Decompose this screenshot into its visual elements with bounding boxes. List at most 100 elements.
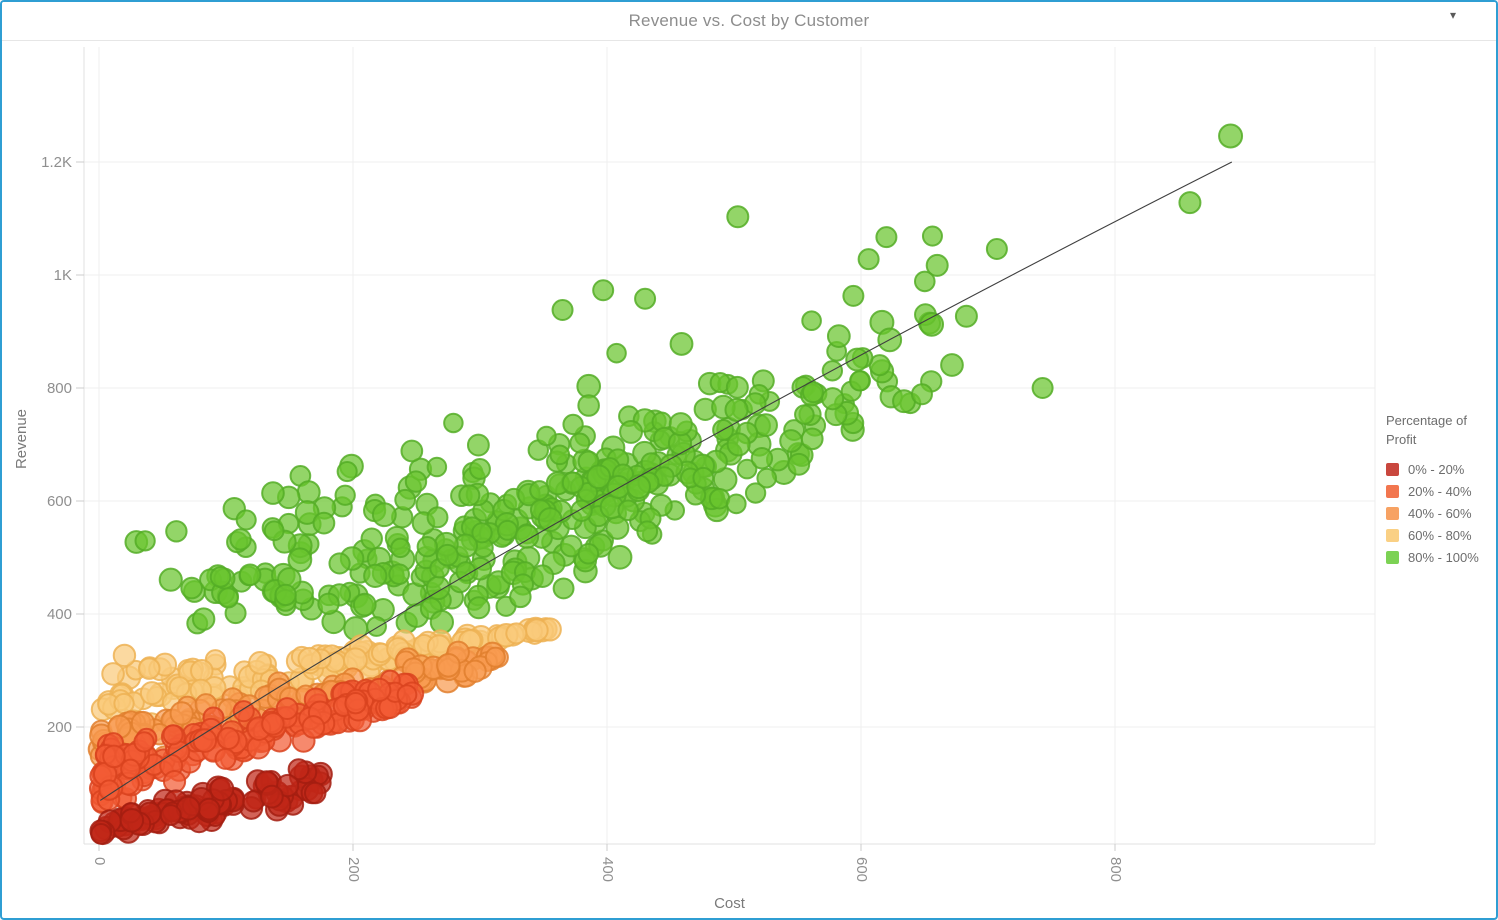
- scatter-point[interactable]: [261, 786, 283, 808]
- scatter-point[interactable]: [757, 469, 776, 488]
- scatter-point[interactable]: [114, 645, 135, 666]
- scatter-point[interactable]: [987, 239, 1007, 259]
- scatter-point[interactable]: [240, 564, 261, 585]
- scatter-point[interactable]: [802, 311, 821, 330]
- chevron-down-icon[interactable]: ▾: [1450, 9, 1456, 21]
- scatter-point[interactable]: [727, 206, 748, 227]
- scatter-point[interactable]: [468, 435, 489, 456]
- scatter-point[interactable]: [373, 503, 396, 526]
- scatter-point[interactable]: [627, 475, 650, 498]
- scatter-point[interactable]: [570, 433, 589, 452]
- scatter-point[interactable]: [486, 648, 505, 667]
- scatter-point[interactable]: [727, 377, 748, 398]
- scatter-point[interactable]: [166, 521, 186, 541]
- scatter-point[interactable]: [802, 428, 823, 449]
- scatter-point[interactable]: [428, 458, 447, 477]
- scatter-point[interactable]: [620, 421, 642, 443]
- scatter-point[interactable]: [822, 388, 843, 409]
- scatter-point[interactable]: [563, 415, 582, 434]
- scatter-point[interactable]: [199, 799, 220, 820]
- scatter-point[interactable]: [472, 523, 491, 542]
- scatter-point[interactable]: [670, 413, 692, 435]
- scatter-point[interactable]: [876, 227, 896, 247]
- scatter-point[interactable]: [230, 529, 250, 549]
- scatter-point[interactable]: [218, 728, 239, 749]
- scatter-point[interactable]: [637, 521, 657, 541]
- scatter-point[interactable]: [103, 746, 125, 768]
- scatter-point[interactable]: [510, 587, 531, 608]
- scatter-point[interactable]: [91, 824, 111, 844]
- scatter-point[interactable]: [211, 567, 231, 587]
- scatter-point[interactable]: [364, 565, 386, 587]
- scatter-point[interactable]: [579, 544, 599, 564]
- scatter-point[interactable]: [727, 495, 746, 514]
- scatter-point[interactable]: [134, 732, 153, 751]
- scatter-point[interactable]: [265, 521, 284, 540]
- scatter-point[interactable]: [571, 501, 591, 521]
- scatter-point[interactable]: [219, 588, 238, 607]
- scatter-point[interactable]: [368, 679, 390, 701]
- scatter-point[interactable]: [181, 578, 202, 599]
- scatter-point[interactable]: [635, 289, 655, 309]
- scatter-point[interactable]: [912, 384, 932, 404]
- scatter-point[interactable]: [335, 486, 354, 505]
- legend-item[interactable]: 80% - 100%: [1386, 546, 1496, 568]
- scatter-point[interactable]: [1033, 378, 1053, 398]
- scatter-point[interactable]: [318, 594, 338, 614]
- scatter-point[interactable]: [795, 405, 814, 424]
- scatter-point[interactable]: [920, 313, 943, 336]
- scatter-point[interactable]: [262, 482, 284, 504]
- scatter-point[interactable]: [329, 553, 349, 573]
- scatter-point[interactable]: [828, 325, 850, 347]
- legend-item[interactable]: 40% - 60%: [1386, 502, 1496, 524]
- scatter-point[interactable]: [170, 677, 190, 697]
- scatter-point[interactable]: [554, 578, 574, 598]
- scatter-point[interactable]: [587, 465, 610, 488]
- scatter-point[interactable]: [671, 333, 693, 355]
- scatter-point[interactable]: [550, 445, 569, 464]
- scatter-point[interactable]: [345, 693, 365, 713]
- scatter-point[interactable]: [398, 685, 417, 704]
- legend-item[interactable]: 0% - 20%: [1386, 458, 1496, 480]
- scatter-point[interactable]: [305, 783, 325, 803]
- scatter-point[interactable]: [927, 255, 948, 276]
- scatter-point[interactable]: [367, 617, 386, 636]
- scatter-point[interactable]: [506, 623, 526, 643]
- scatter-point[interactable]: [593, 280, 613, 300]
- scatter-point[interactable]: [468, 597, 489, 618]
- legend-item[interactable]: 20% - 40%: [1386, 480, 1496, 502]
- legend-item[interactable]: 60% - 80%: [1386, 524, 1496, 546]
- scatter-point[interactable]: [437, 654, 460, 677]
- scatter-point[interactable]: [578, 395, 599, 416]
- scatter-point[interactable]: [618, 500, 638, 520]
- scatter-point[interactable]: [391, 539, 409, 557]
- scatter-point[interactable]: [338, 462, 357, 481]
- scatter-point[interactable]: [303, 716, 325, 738]
- scatter-point[interactable]: [428, 507, 448, 527]
- scatter-point[interactable]: [1179, 192, 1200, 213]
- scatter-point[interactable]: [262, 713, 283, 734]
- scatter-point[interactable]: [843, 286, 863, 306]
- scatter-point[interactable]: [171, 702, 193, 724]
- scatter-point[interactable]: [788, 454, 809, 475]
- scatter-point[interactable]: [389, 564, 409, 584]
- scatter-point[interactable]: [607, 476, 629, 498]
- scatter-point[interactable]: [362, 528, 382, 548]
- scatter-point[interactable]: [401, 441, 422, 462]
- scatter-point[interactable]: [1219, 125, 1242, 148]
- scatter-point[interactable]: [141, 682, 163, 704]
- scatter-point[interactable]: [539, 508, 562, 531]
- scatter-point[interactable]: [956, 306, 977, 327]
- scatter-point[interactable]: [498, 521, 517, 540]
- scatter-point[interactable]: [354, 594, 376, 616]
- scatter-point[interactable]: [160, 569, 182, 591]
- scatter-point[interactable]: [249, 652, 271, 674]
- scatter-point[interactable]: [941, 354, 963, 376]
- scatter-point[interactable]: [136, 531, 155, 550]
- scatter-point[interactable]: [299, 648, 321, 670]
- scatter-point[interactable]: [314, 513, 335, 534]
- scatter-point[interactable]: [395, 490, 415, 510]
- scatter-point[interactable]: [755, 414, 777, 436]
- scatter-point[interactable]: [215, 749, 235, 769]
- scatter-point[interactable]: [923, 227, 942, 246]
